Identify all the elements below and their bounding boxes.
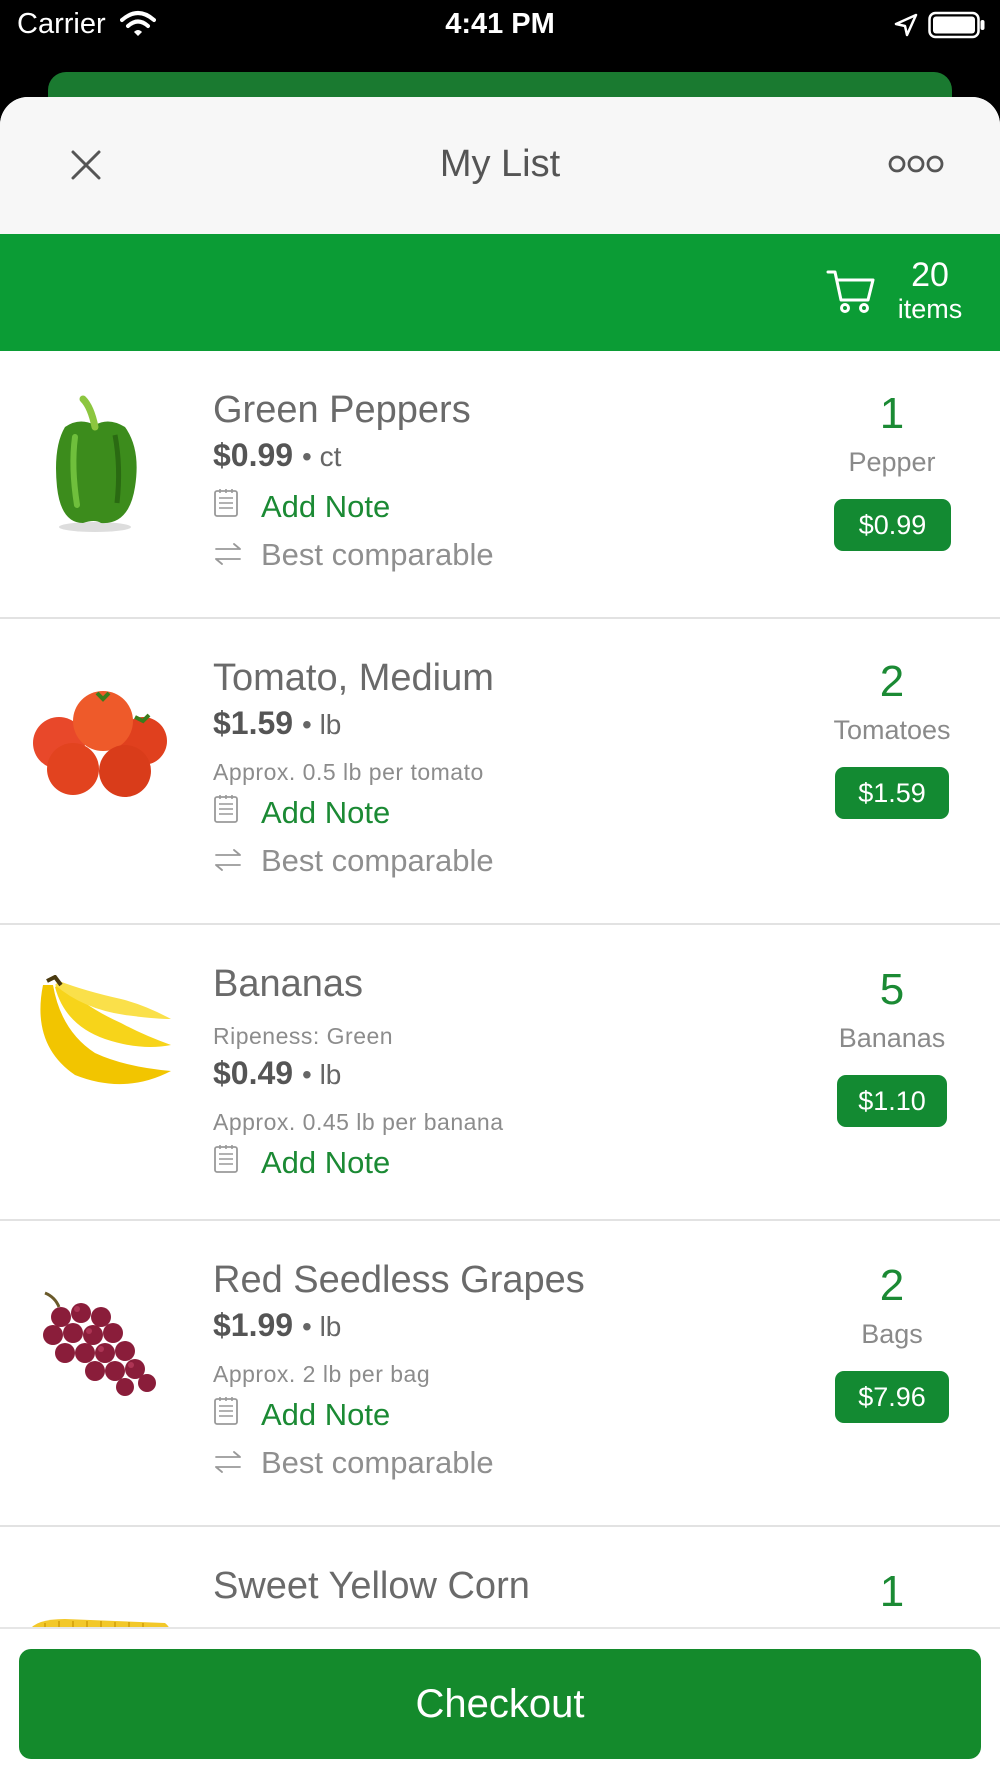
cart-icon	[826, 268, 876, 319]
banana-image	[25, 974, 175, 1125]
item-approx-weight: Approx. 0.45 lb per banana	[213, 1109, 504, 1135]
item-price: $1.99	[213, 1307, 294, 1343]
add-note-label: Add Note	[261, 489, 391, 524]
green-pepper-image	[25, 387, 175, 537]
swap-icon	[213, 1445, 253, 1481]
location-arrow-icon	[893, 12, 919, 43]
item-quantity-unit: Tomatoes	[833, 715, 951, 745]
item-unit: lb	[319, 1311, 342, 1342]
item-price-row: $0.49 • lb	[213, 1055, 342, 1091]
item-name: Tomato, Medium	[213, 657, 494, 699]
add-note-button[interactable]: Add Note	[213, 1395, 390, 1435]
item-ripeness: Ripeness: Green	[213, 1023, 394, 1049]
item-quantity: 5	[879, 965, 905, 1014]
add-note-button[interactable]: Add Note	[213, 1143, 390, 1183]
best-comparable-option[interactable]: Best comparable	[213, 841, 494, 881]
item-price-row: $0.99 • ct	[213, 437, 342, 473]
swap-icon	[213, 537, 253, 573]
best-comparable-option[interactable]: Best comparable	[213, 1443, 494, 1483]
more-options-icon[interactable]	[888, 153, 944, 180]
item-approx-weight: Approx. 0.5 lb per tomato	[213, 759, 484, 785]
clock: 4:41 PM	[445, 8, 555, 40]
item-quantity-unit: Bags	[861, 1319, 923, 1349]
item-total-badge: $0.99	[834, 499, 951, 551]
best-comparable-option[interactable]: Best comparable	[213, 535, 494, 575]
list-item[interactable]: Green Peppers $0.99 • ct Add Note Best c…	[0, 351, 1000, 619]
list-item[interactable]: Red Seedless Grapes $1.99 • lb Approx. 2…	[0, 1221, 1000, 1527]
checkout-footer: Checkout	[0, 1627, 1000, 1778]
list-item[interactable]: Tomato, Medium $1.59 • lb Approx. 0.5 lb…	[0, 619, 1000, 925]
grapes-image	[25, 1283, 175, 1433]
item-price: $0.99	[213, 437, 294, 473]
item-price-row: $1.59 • lb	[213, 705, 342, 741]
item-price: $0.49	[213, 1055, 294, 1091]
cart-summary-banner: 20 items	[0, 234, 1000, 351]
item-total-badge: $1.59	[835, 767, 949, 819]
note-icon	[213, 794, 253, 832]
item-price-row: $1.99 • lb	[213, 1307, 342, 1343]
item-quantity: 2	[879, 1261, 905, 1310]
item-count-label: items	[897, 294, 963, 324]
item-unit: ct	[319, 441, 342, 472]
item-price: $1.59	[213, 705, 294, 741]
item-count: 20	[911, 256, 949, 294]
add-note-label: Add Note	[261, 1145, 391, 1180]
item-quantity: 1	[879, 389, 905, 438]
add-note-label: Add Note	[261, 1397, 391, 1432]
add-note-label: Add Note	[261, 795, 391, 830]
item-list: Green Peppers $0.99 • ct Add Note Best c…	[0, 351, 1000, 1667]
tomato-image	[25, 683, 175, 833]
item-quantity-unit: Pepper	[848, 447, 936, 477]
best-comparable-label: Best comparable	[261, 537, 494, 572]
checkout-button[interactable]: Checkout	[19, 1649, 981, 1759]
item-unit: lb	[319, 709, 342, 740]
note-icon	[213, 488, 253, 526]
add-note-button[interactable]: Add Note	[213, 487, 390, 527]
page-title: My List	[439, 143, 561, 185]
nav-header: My List	[0, 97, 1000, 234]
my-list-sheet: My List 20 items Green Peppers $0.99 • c…	[0, 97, 1000, 1778]
status-bar: Carrier 4:41 PM	[0, 0, 1000, 52]
add-note-button[interactable]: Add Note	[213, 793, 390, 833]
best-comparable-label: Best comparable	[261, 843, 494, 878]
note-icon	[213, 1144, 253, 1182]
item-name: Red Seedless Grapes	[213, 1259, 585, 1301]
item-total-badge: $7.96	[835, 1371, 949, 1423]
best-comparable-label: Best comparable	[261, 1445, 494, 1480]
item-name: Green Peppers	[213, 389, 471, 431]
item-name: Bananas	[213, 963, 364, 1005]
item-quantity-unit: Bananas	[838, 1023, 946, 1053]
note-icon	[213, 1396, 253, 1434]
item-quantity: 1	[879, 1567, 905, 1616]
item-total-badge: $1.10	[837, 1075, 947, 1127]
item-approx-weight: Approx. 2 lb per bag	[213, 1361, 431, 1387]
list-item[interactable]: Bananas Ripeness: Green $0.49 • lb Appro…	[0, 925, 1000, 1221]
item-name: Sweet Yellow Corn	[213, 1565, 530, 1607]
item-unit: lb	[319, 1059, 342, 1090]
item-quantity: 2	[879, 657, 905, 706]
swap-icon	[213, 843, 253, 879]
battery-icon	[928, 11, 986, 44]
